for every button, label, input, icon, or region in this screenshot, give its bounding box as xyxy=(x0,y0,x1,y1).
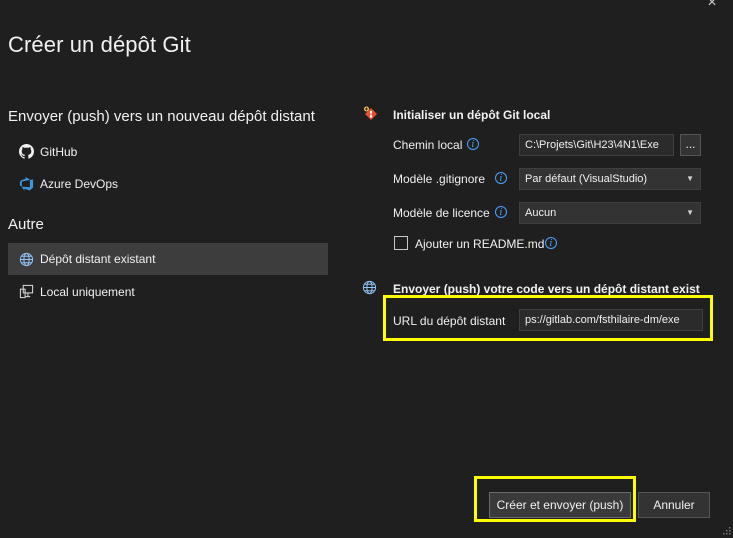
sidebar-item-label: Azure DevOps xyxy=(40,176,119,191)
close-icon[interactable]: × xyxy=(700,0,724,18)
license-select[interactable]: Aucun ▼ xyxy=(519,202,701,224)
remote-url-label: URL du dépôt distant xyxy=(393,314,506,328)
gitignore-select[interactable]: Par défaut (VisualStudio) ▼ xyxy=(519,168,701,190)
sidebar-item-local-only[interactable]: Local uniquement xyxy=(8,276,328,307)
local-path-input[interactable]: C:\Projets\Git\H23\4N1\Exe xyxy=(519,134,674,156)
sidebar-item-label: Local uniquement xyxy=(40,284,135,299)
github-icon xyxy=(18,144,34,160)
info-icon[interactable]: i xyxy=(545,237,557,249)
cancel-button[interactable]: Annuler xyxy=(638,492,710,518)
sidebar-item-label: GitHub xyxy=(40,144,78,159)
license-selected-value: Aucun xyxy=(525,207,557,219)
sidebar-item-existing-remote[interactable]: Dépôt distant existant xyxy=(8,243,328,275)
remote-url-input[interactable]: ps://gitlab.com/fsthilaire-dm/exe xyxy=(519,309,703,331)
git-repo-icon xyxy=(362,105,380,123)
info-icon[interactable]: i xyxy=(467,138,479,150)
globe-icon xyxy=(18,251,34,267)
info-icon[interactable]: i xyxy=(495,206,507,218)
gitignore-label: Modèle .gitignore xyxy=(393,172,486,186)
azure-devops-icon xyxy=(18,176,34,192)
computer-icon xyxy=(18,284,34,300)
resize-grip-icon[interactable] xyxy=(721,524,731,535)
create-and-push-button[interactable]: Créer et envoyer (push) xyxy=(489,492,631,518)
readme-label: Ajouter un README.md xyxy=(415,237,545,251)
license-label: Modèle de licence xyxy=(393,206,490,220)
dialog-title: Créer un dépôt Git xyxy=(8,32,191,57)
sidebar-item-github[interactable]: GitHub xyxy=(8,136,328,167)
chevron-down-icon: ▼ xyxy=(686,174,694,183)
globe-icon xyxy=(362,280,378,296)
readme-checkbox[interactable] xyxy=(394,236,408,250)
push-new-remote-heading: Envoyer (push) vers un nouveau dépôt dis… xyxy=(8,108,315,125)
gitignore-selected-value: Par défaut (VisualStudio) xyxy=(525,173,648,185)
push-existing-remote-heading: Envoyer (push) votre code vers un dépôt … xyxy=(393,282,700,296)
sidebar-item-azure-devops[interactable]: Azure DevOps xyxy=(8,168,328,199)
browse-button[interactable]: ... xyxy=(680,134,701,156)
init-local-repo-heading: Initialiser un dépôt Git local xyxy=(393,108,551,122)
other-heading: Autre xyxy=(8,216,44,233)
chevron-down-icon: ▼ xyxy=(686,208,694,217)
local-path-label: Chemin local xyxy=(393,138,463,152)
sidebar-item-label: Dépôt distant existant xyxy=(40,252,156,266)
info-icon[interactable]: i xyxy=(495,172,507,184)
